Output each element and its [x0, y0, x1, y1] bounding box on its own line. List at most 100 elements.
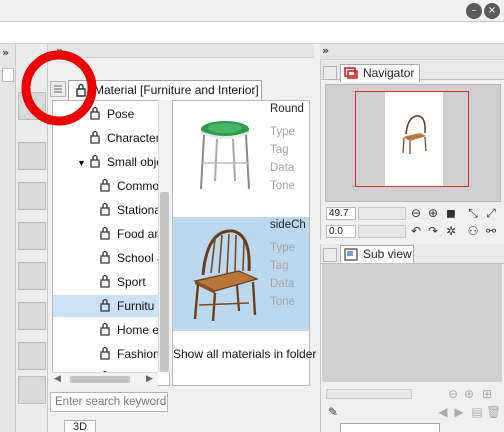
filter-3d-chip[interactable]: 3D	[64, 420, 96, 432]
zoom-value-field[interactable]: 49.7	[326, 207, 356, 220]
tool-button[interactable]	[18, 342, 46, 370]
bag-icon	[100, 298, 110, 312]
highlight-circle	[21, 50, 97, 126]
tree-item-label: Small obje	[106, 155, 163, 169]
next-icon[interactable]: ▶	[452, 405, 466, 419]
material-prop: Tag	[270, 260, 289, 272]
tree-item-label: Pose	[107, 107, 135, 121]
left-dock-strip: »	[0, 44, 16, 432]
windsor-chair-thumbnail	[193, 229, 259, 322]
bag-icon	[100, 250, 110, 264]
tree-item[interactable]: Food an	[53, 223, 162, 245]
material-card-selected[interactable]: sideCh Type Tag Data Tone	[173, 217, 309, 331]
tool-button[interactable]	[18, 222, 46, 250]
material-prop: Data	[270, 278, 295, 290]
material-prop: Type	[270, 242, 295, 254]
tree-item[interactable]: ▼ Small obje	[53, 151, 163, 173]
zoom-out-icon[interactable]: ⊖	[446, 387, 460, 401]
bag-icon	[100, 346, 110, 360]
zoom-in-icon[interactable]: ⊕	[426, 206, 440, 220]
expand-triangle-icon[interactable]: ▼	[77, 158, 86, 168]
scroll-left-arrow-icon[interactable]: ◀	[54, 373, 61, 384]
panel-menu-button[interactable]	[323, 66, 337, 80]
scroll-right-arrow-icon[interactable]: ▶	[146, 373, 153, 384]
tool-button[interactable]	[18, 182, 46, 210]
minimize-button[interactable]: –	[466, 3, 482, 19]
mirror-icon[interactable]: ⚇	[466, 224, 480, 238]
eyedropper-icon[interactable]: ✎	[326, 405, 340, 419]
panel-menu-button[interactable]	[323, 248, 337, 262]
tree-item-label: Character	[107, 131, 160, 145]
subview-zoom-slider[interactable]	[326, 389, 412, 399]
window-title-bar	[0, 0, 504, 22]
scroll-thumb[interactable]	[70, 376, 130, 383]
bag-icon	[100, 274, 110, 288]
subview-icon	[344, 248, 358, 261]
zoom-in-icon[interactable]: ⊕	[462, 387, 476, 401]
previous-icon[interactable]: ◀	[436, 405, 450, 419]
delete-icon[interactable]: 🗑	[486, 405, 501, 419]
rotate-slider[interactable]	[358, 225, 406, 238]
tree-item[interactable]: Character	[53, 127, 160, 149]
rotate-left-icon[interactable]: ↶	[409, 224, 423, 238]
tree-item-label: Home el	[117, 323, 162, 337]
character-icon	[90, 130, 100, 144]
tree-item[interactable]: Commo	[53, 175, 159, 197]
collapse-arrows-icon[interactable]: »	[2, 46, 9, 59]
navigator-icon	[344, 67, 358, 79]
navigator-tab-label: Navigator	[363, 66, 415, 80]
bag-icon	[100, 322, 110, 336]
tree-item-selected[interactable]: Furnitu	[53, 295, 159, 317]
bag-icon	[100, 178, 110, 192]
tree-item-label: Commo	[117, 179, 160, 193]
dock-menu-button[interactable]	[2, 68, 14, 82]
tool-button[interactable]	[18, 302, 46, 330]
subview-tab-label: Sub view	[363, 247, 412, 261]
material-card[interactable]: Round Type Tag Data Tone	[173, 101, 309, 215]
tree-item[interactable]: Stationa	[53, 199, 161, 221]
reset-view-icon[interactable]: ⚯	[484, 224, 498, 238]
subview-canvas[interactable]	[322, 264, 502, 382]
material-list: Round Type Tag Data Tone sideCh Type Tag…	[172, 100, 310, 386]
flip-vertical-icon[interactable]: ⤢	[484, 206, 498, 220]
tree-item-label: Fashion	[117, 347, 160, 361]
material-prop: Data	[270, 162, 295, 174]
flip-horizontal-icon[interactable]: ⤡	[466, 206, 480, 220]
material-prop: Tone	[270, 296, 295, 308]
material-name: Round	[270, 103, 304, 115]
tree-item[interactable]: Sport	[53, 271, 159, 293]
navigator-view-frame[interactable]	[355, 91, 469, 187]
zoom-out-icon[interactable]: ⊖	[409, 206, 423, 220]
bag-icon	[100, 226, 110, 240]
close-button[interactable]: ×	[484, 3, 500, 19]
tool-button[interactable]	[18, 262, 46, 290]
material-tree: Pose Character ▼ Small obje Commo Stationa Foo…	[52, 100, 170, 386]
tree-item[interactable]: Home el	[53, 319, 162, 341]
collapse-arrows-icon[interactable]: »	[322, 44, 329, 57]
scroll-thumb[interactable]	[160, 192, 169, 372]
material-tab-label: Material [Furniture and Interior]	[94, 83, 259, 97]
tool-button[interactable]	[18, 376, 46, 404]
import-icon[interactable]: ▤	[470, 405, 484, 419]
tree-item-label: Food an	[117, 227, 162, 241]
tree-horizontal-scrollbar[interactable]: ◀ ▶	[52, 372, 158, 386]
rotate-right-icon[interactable]: ↷	[426, 224, 440, 238]
tree-vertical-scrollbar[interactable]	[158, 100, 170, 372]
material-prop: Tone	[270, 180, 295, 192]
tree-item[interactable]: Fashion	[53, 343, 160, 365]
right-panel-header: »	[320, 44, 504, 60]
menu-bar	[0, 22, 504, 44]
tree-item[interactable]: School a	[53, 247, 164, 269]
tree-item-label: Furnitu	[117, 299, 155, 313]
material-prop: Tag	[270, 144, 289, 156]
bottom-tab[interactable]	[340, 423, 440, 432]
tree-item-label: School a	[117, 251, 164, 265]
show-all-materials-toggle[interactable]: Show all materials in folder	[173, 347, 316, 361]
rotate-value-field[interactable]: 0.0	[326, 225, 356, 238]
tool-button[interactable]	[18, 142, 46, 170]
reset-rotation-icon[interactable]: ✲	[444, 224, 458, 238]
search-input[interactable]	[50, 392, 168, 412]
fit-screen-icon[interactable]: ◼	[444, 206, 458, 220]
zoom-slider[interactable]	[358, 207, 406, 220]
fit-icon[interactable]: ⊞	[480, 387, 494, 401]
